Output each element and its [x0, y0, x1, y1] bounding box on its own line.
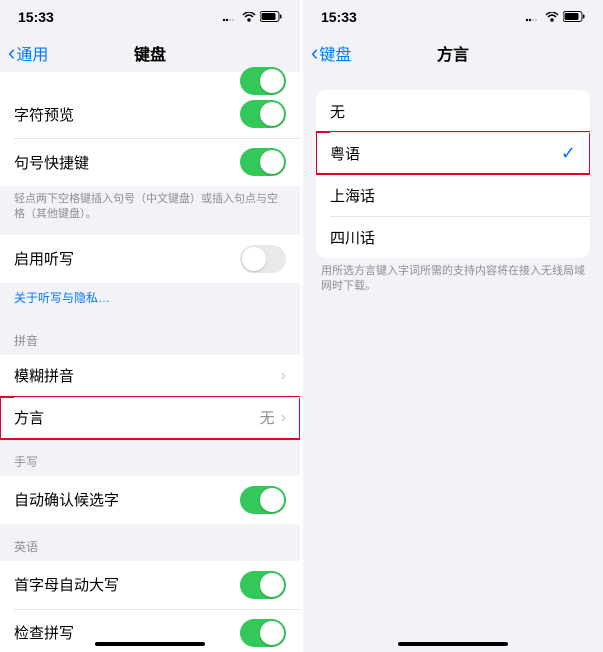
handwriting-section: 自动确认候选字: [0, 476, 300, 524]
char-preview-row[interactable]: 字符预览: [0, 90, 300, 138]
status-icons: [525, 9, 585, 25]
chevron-left-icon: ‹: [8, 42, 15, 64]
dictation-section: 启用听写: [0, 235, 300, 283]
option-none[interactable]: 无: [316, 90, 590, 132]
cellular-icon: [222, 9, 238, 25]
dialect-footer: 用所选方言键入字词所需的支持内容将在接入无线局域网时下载。: [303, 258, 603, 307]
spell-check-toggle[interactable]: [240, 619, 286, 647]
period-shortcut-toggle[interactable]: [240, 148, 286, 176]
option-sichuanese[interactable]: 四川话: [316, 216, 590, 258]
auto-confirm-toggle[interactable]: [240, 486, 286, 514]
option-shanghainese[interactable]: 上海话: [316, 174, 590, 216]
page-title: 键盘: [134, 41, 166, 65]
spell-check-label: 检查拼写: [14, 622, 240, 643]
dialect-selection-screen: 15:33 ‹ 键盘 方言 无 粤语 ✓ 上海话: [303, 0, 603, 652]
option-cantonese-label: 粤语: [330, 143, 561, 164]
battery-icon: [260, 9, 282, 25]
keyboard-settings-screen: 15:33 ‹ 通用 键盘 字符预览: [0, 0, 300, 652]
page-title: 方言: [437, 41, 469, 65]
period-shortcut-label: 句号快捷键: [14, 152, 240, 173]
back-label: 键盘: [319, 41, 351, 65]
english-section: 首字母自动大写 检查拼写 输入预测 滑行键入时逐词删除: [0, 561, 300, 652]
option-cantonese[interactable]: 粤语 ✓: [316, 132, 590, 174]
home-indicator[interactable]: [95, 642, 205, 646]
period-shortcut-row[interactable]: 句号快捷键: [0, 138, 300, 186]
enable-dictation-label: 启用听写: [14, 248, 240, 269]
home-indicator[interactable]: [398, 642, 508, 646]
status-bar: 15:33: [0, 0, 300, 34]
period-footer: 轻点两下空格键插入句号（中文键盘）或插入句点与空格（其他键盘）。: [0, 186, 300, 235]
auto-cap-toggle[interactable]: [240, 571, 286, 599]
auto-confirm-label: 自动确认候选字: [14, 489, 240, 510]
status-icons: [222, 9, 282, 25]
chevron-left-icon: ‹: [311, 42, 318, 64]
partial-toggle-row: [0, 76, 300, 90]
auto-confirm-row[interactable]: 自动确认候选字: [0, 476, 300, 524]
chevron-right-icon: ›: [281, 409, 286, 427]
handwriting-header: 手写: [0, 439, 300, 476]
checkmark-icon: ✓: [561, 143, 576, 164]
dictation-privacy-link[interactable]: 关于听写与隐私…: [0, 283, 300, 318]
fuzzy-pinyin-row[interactable]: 模糊拼音 ›: [0, 355, 300, 397]
dialect-label: 方言: [14, 407, 260, 428]
pinyin-header: 拼音: [0, 318, 300, 355]
english-header: 英语: [0, 524, 300, 561]
wifi-icon: [545, 9, 559, 25]
back-button[interactable]: ‹ 键盘: [311, 41, 351, 65]
partial-section: 字符预览 句号快捷键: [0, 72, 300, 186]
dialect-row[interactable]: 方言 无 ›: [0, 397, 300, 439]
battery-icon: [563, 9, 585, 25]
dialect-options: 无 粤语 ✓ 上海话 四川话: [316, 90, 590, 258]
option-none-label: 无: [330, 101, 576, 122]
fuzzy-pinyin-label: 模糊拼音: [14, 365, 281, 386]
settings-content: 字符预览 句号快捷键 轻点两下空格键插入句号（中文键盘）或插入句点与空格（其他键…: [0, 72, 300, 652]
auto-cap-row[interactable]: 首字母自动大写: [0, 561, 300, 609]
status-bar: 15:33: [303, 0, 603, 34]
pinyin-section: 模糊拼音 › 方言 无 ›: [0, 355, 300, 439]
wifi-icon: [242, 9, 256, 25]
back-label: 通用: [16, 41, 48, 65]
chevron-right-icon: ›: [281, 367, 286, 385]
auto-cap-label: 首字母自动大写: [14, 574, 240, 595]
char-preview-label: 字符预览: [14, 104, 240, 125]
enable-dictation-row[interactable]: 启用听写: [0, 235, 300, 283]
nav-bar: ‹ 键盘 方言: [303, 34, 603, 72]
status-time: 15:33: [18, 9, 54, 25]
option-sichuanese-label: 四川话: [330, 227, 576, 248]
status-time: 15:33: [321, 9, 357, 25]
back-button[interactable]: ‹ 通用: [8, 41, 48, 65]
cellular-icon: [525, 9, 541, 25]
dialect-value: 无: [260, 407, 275, 428]
option-shanghainese-label: 上海话: [330, 185, 576, 206]
enable-dictation-toggle[interactable]: [240, 245, 286, 273]
char-preview-toggle[interactable]: [240, 100, 286, 128]
